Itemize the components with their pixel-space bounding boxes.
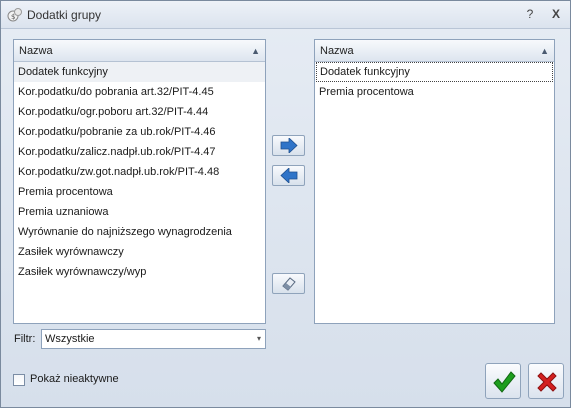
clear-button[interactable]: [272, 273, 305, 294]
filter-dropdown[interactable]: Wszystkie ▾: [41, 329, 266, 349]
list-item[interactable]: Kor.podatku/do pobrania art.32/PIT-4.45: [14, 82, 265, 102]
title-bar: $ Dodatki grupy ? X: [1, 1, 570, 29]
list-item[interactable]: Kor.podatku/ogr.poboru art.32/PIT-4.44: [14, 102, 265, 122]
list-item[interactable]: Premia uznaniowa: [14, 202, 265, 222]
filter-value: Wszystkie: [45, 333, 95, 345]
list-item[interactable]: Zasiłek wyrównawczy/wyp: [14, 262, 265, 282]
remove-selected-button[interactable]: [272, 165, 305, 186]
list-item[interactable]: Dodatek funkcyjny: [14, 62, 265, 82]
column-header-label: Nazwa: [320, 45, 354, 57]
add-selected-button[interactable]: [272, 135, 305, 156]
column-header-name[interactable]: Nazwa ▲: [315, 40, 554, 62]
column-header-name[interactable]: Nazwa ▲: [14, 40, 265, 62]
cancel-button[interactable]: [528, 363, 564, 399]
selected-items-rows: Dodatek funkcyjny Premia procentowa: [315, 62, 554, 102]
list-item[interactable]: Kor.podatku/zw.got.nadpł.ub.rok/PIT-4.48: [14, 162, 265, 182]
available-items-list[interactable]: Nazwa ▲ Dodatek funkcyjny Kor.podatku/do …: [13, 39, 266, 324]
list-item[interactable]: Kor.podatku/pobranie za ub.rok/PIT-4.46: [14, 122, 265, 142]
filter-label: Filtr:: [14, 333, 36, 345]
chevron-down-icon: ▾: [256, 334, 261, 343]
show-inactive-label: Pokaż nieaktywne: [30, 373, 119, 385]
available-items-rows: Dodatek funkcyjny Kor.podatku/do pobrania…: [14, 62, 265, 282]
app-icon: $: [7, 7, 23, 23]
window-title: Dodatki grupy: [27, 8, 102, 22]
list-item[interactable]: Wyrównanie do najniższego wynagrodzenia: [14, 222, 265, 242]
dialog-window: $ Dodatki grupy ? X Nazwa ▲ Dodatek funk…: [0, 0, 571, 408]
checkmark-icon: [493, 371, 516, 393]
show-inactive-checkbox[interactable]: [13, 374, 25, 386]
cross-icon: [537, 372, 557, 392]
list-item[interactable]: Dodatek funkcyjny: [316, 62, 553, 82]
list-item[interactable]: Premia procentowa: [315, 82, 554, 102]
help-button[interactable]: ?: [521, 6, 539, 22]
column-header-label: Nazwa: [19, 45, 53, 57]
eraser-icon: [282, 277, 296, 291]
sort-ascending-icon: ▲: [251, 46, 260, 56]
close-button[interactable]: X: [547, 6, 565, 22]
selected-items-list[interactable]: Nazwa ▲ Dodatek funkcyjny Premia procento…: [314, 39, 555, 324]
arrow-right-icon: [280, 138, 298, 153]
arrow-left-icon: [280, 168, 298, 183]
list-item[interactable]: Zasiłek wyrównawczy: [14, 242, 265, 262]
ok-button[interactable]: [485, 363, 521, 399]
sort-ascending-icon: ▲: [540, 46, 549, 56]
list-item[interactable]: Premia procentowa: [14, 182, 265, 202]
list-item[interactable]: Kor.podatku/zalicz.nadpł.ub.rok/PIT-4.47: [14, 142, 265, 162]
